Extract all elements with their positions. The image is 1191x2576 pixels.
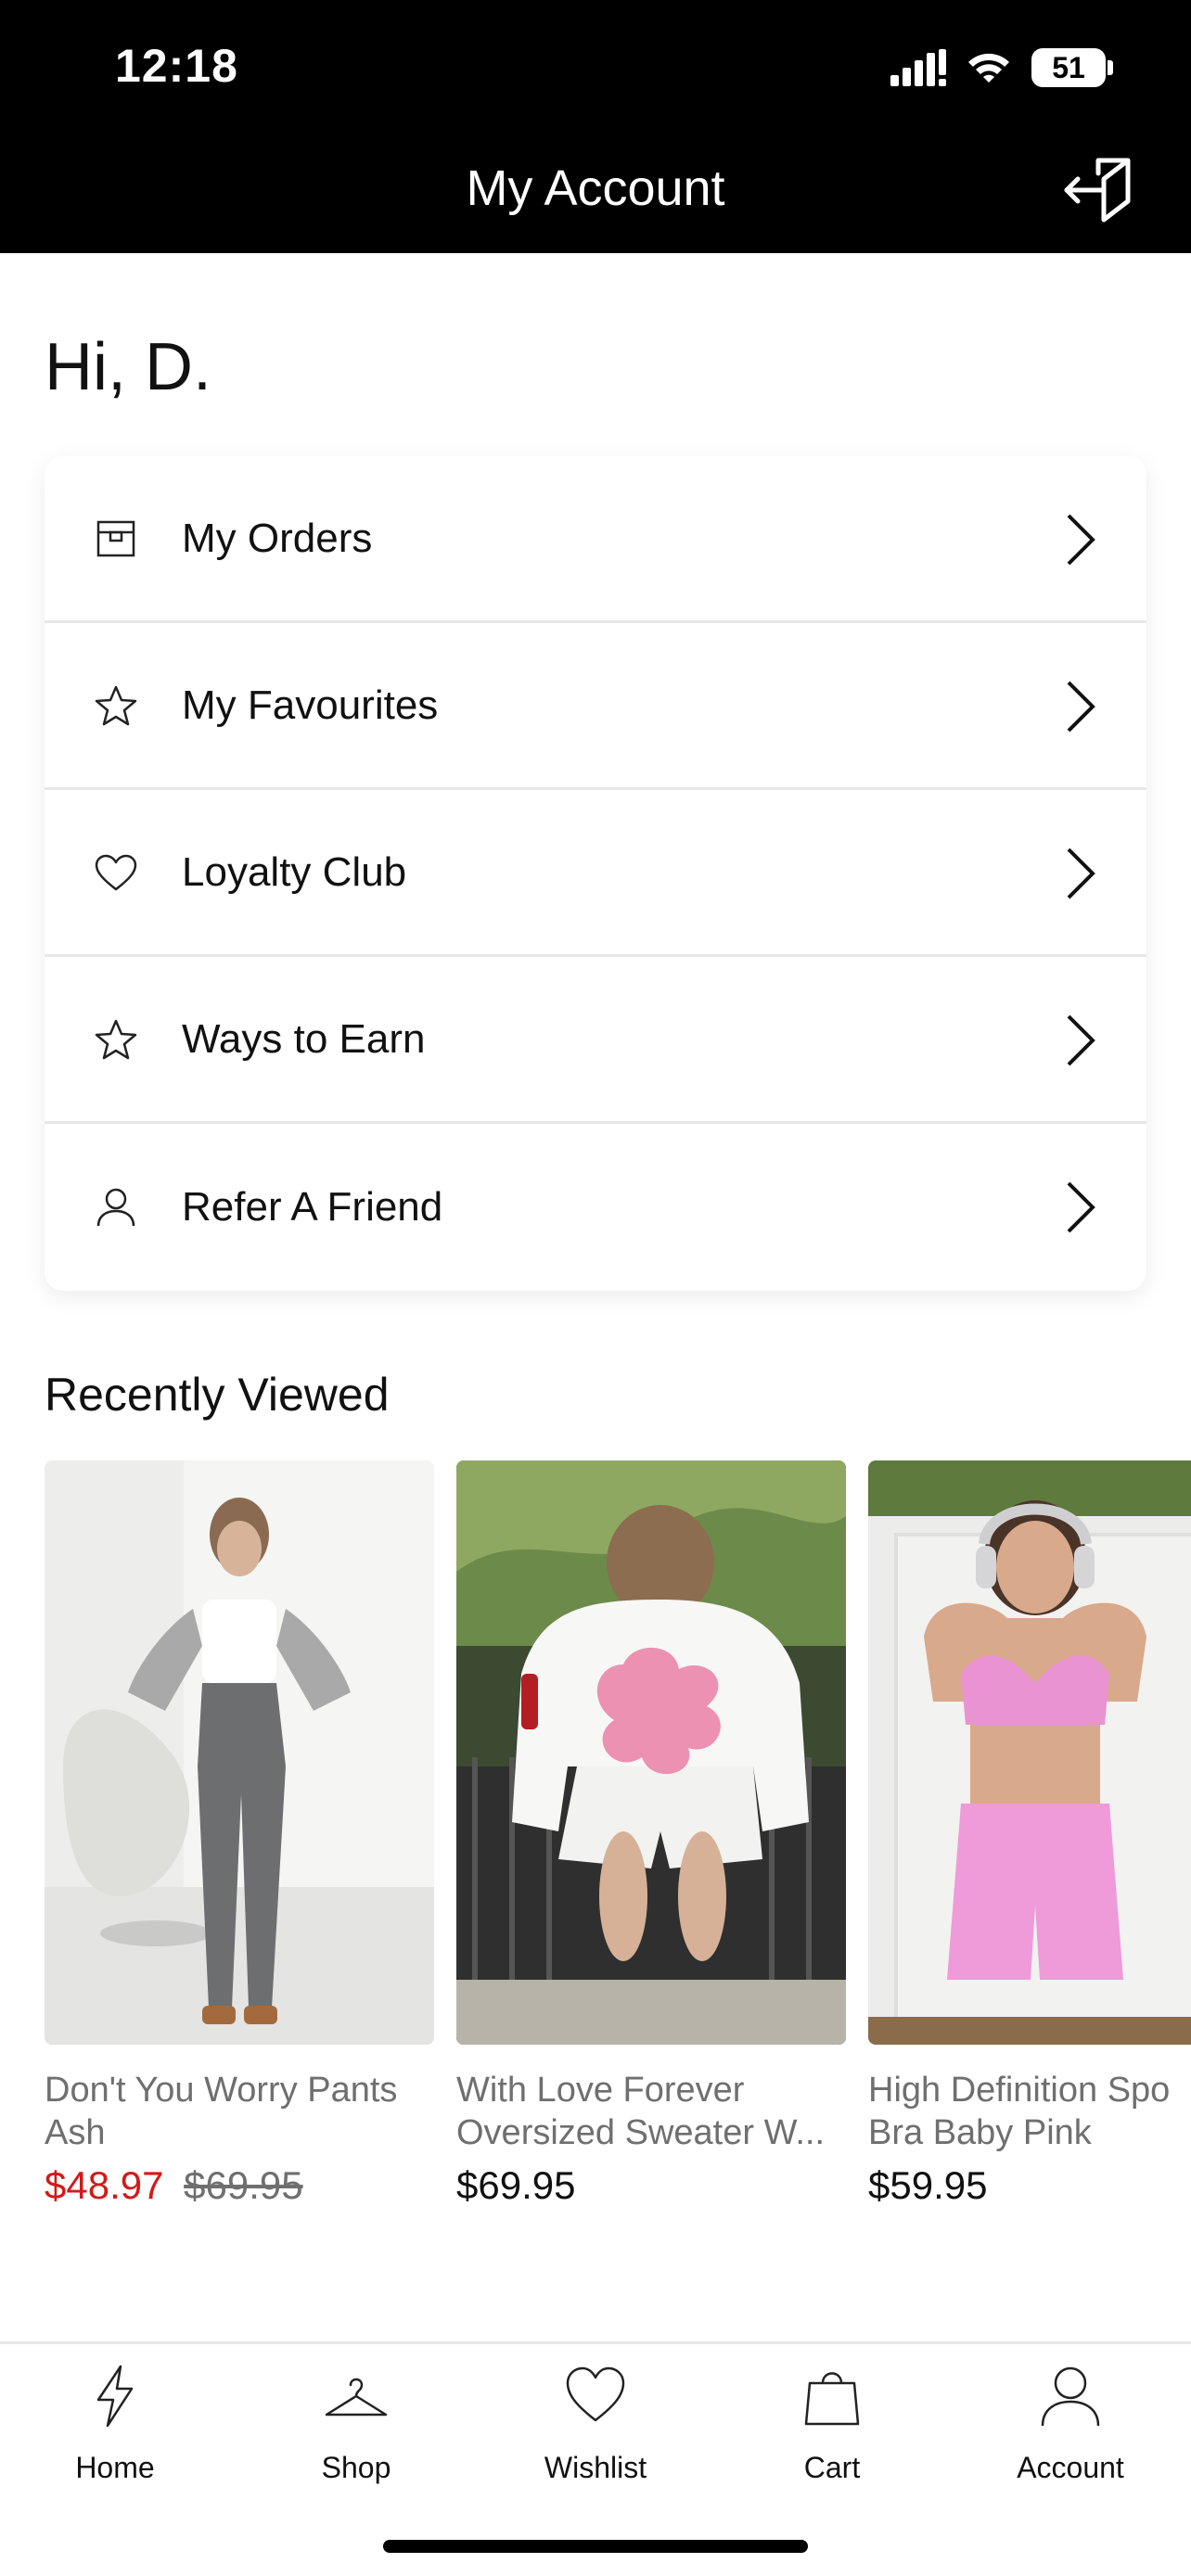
top-bar: 12:18 51 My Account: [0, 0, 1191, 253]
chevron-right-icon: [1067, 514, 1095, 566]
star-icon: [93, 1016, 139, 1063]
account-menu: My Orders My Favourites Loyalty Club Way…: [45, 456, 1146, 1291]
product-name[interactable]: With Love Forever Oversized Sweater W...: [456, 2069, 846, 2154]
logout-icon: [1064, 158, 1131, 223]
menu-label: My Orders: [182, 515, 373, 561]
chevron-right-icon: [1067, 848, 1095, 899]
home-indicator[interactable]: [383, 2540, 808, 2553]
heart-icon: [93, 849, 139, 896]
product-card[interactable]: High Definition Spo Bra Baby Pink $59.95: [868, 1460, 1191, 2208]
hanger-icon: [325, 2378, 388, 2417]
user-icon: [1041, 2366, 1100, 2427]
nav-cart[interactable]: Cart: [730, 2363, 934, 2485]
menu-label: Ways to Earn: [182, 1015, 426, 1062]
product-card[interactable]: With Love Forever Oversized Sweater W...…: [456, 1460, 846, 2208]
menu-item-my-orders[interactable]: My Orders: [45, 456, 1146, 623]
package-icon: [93, 516, 139, 562]
product-image[interactable]: [456, 1460, 846, 2045]
chevron-right-icon: [1067, 681, 1095, 733]
recently-viewed-carousel[interactable]: Don't You Worry Pants Ash $48.97 $69.95: [45, 1460, 1191, 2239]
menu-label: My Favourites: [182, 682, 439, 728]
menu-item-my-favourites[interactable]: My Favourites: [45, 623, 1146, 790]
wifi-icon: [968, 53, 1009, 83]
chevron-right-icon: [1067, 1181, 1095, 1233]
product-name[interactable]: Don't You Worry Pants Ash: [45, 2069, 434, 2154]
menu-label: Loyalty Club: [182, 848, 407, 895]
nav-shop[interactable]: Shop: [254, 2363, 458, 2485]
sale-price: $48.97: [45, 2163, 164, 2207]
lightning-icon: [96, 2365, 134, 2428]
price-row: $48.97 $69.95: [45, 2163, 434, 2208]
menu-label: Refer A Friend: [182, 1184, 443, 1230]
logout-button[interactable]: [1061, 153, 1135, 227]
bag-icon: [804, 2372, 860, 2426]
nav-wishlist[interactable]: Wishlist: [493, 2363, 698, 2485]
product-image[interactable]: [868, 1460, 1191, 2045]
battery-icon: 51: [1031, 48, 1106, 87]
price-row: $69.95: [456, 2163, 846, 2208]
product-card[interactable]: Don't You Worry Pants Ash $48.97 $69.95: [45, 1460, 434, 2208]
nav-label: Home: [75, 2451, 155, 2484]
chevron-right-icon: [1067, 1014, 1095, 1066]
price: $69.95: [456, 2163, 576, 2207]
heart-icon: [566, 2366, 625, 2422]
product-name[interactable]: High Definition Spo Bra Baby Pink: [868, 2069, 1191, 2154]
menu-item-refer-a-friend[interactable]: Refer A Friend: [45, 1124, 1146, 1291]
nav-label: Cart: [803, 2451, 861, 2484]
status-icons: 51: [890, 45, 1113, 91]
section-title: Recently Viewed: [45, 1369, 390, 1421]
price-row: $59.95: [868, 2163, 1191, 2208]
nav-home[interactable]: Home: [13, 2363, 217, 2485]
star-icon: [93, 682, 139, 729]
nav-label: Shop: [321, 2451, 391, 2484]
menu-item-ways-to-earn[interactable]: Ways to Earn: [45, 957, 1146, 1124]
nav-label: Wishlist: [544, 2451, 647, 2484]
menu-item-loyalty-club[interactable]: Loyalty Club: [45, 790, 1146, 957]
battery-level: 51: [1052, 50, 1085, 84]
user-icon: [93, 1184, 139, 1231]
original-price: $69.95: [184, 2163, 303, 2207]
battery-indicator: 51: [1031, 48, 1113, 87]
price: $59.95: [868, 2163, 988, 2207]
greeting: Hi, D.: [45, 330, 211, 404]
status-time: 12:18: [115, 40, 238, 92]
product-image[interactable]: [45, 1460, 434, 2045]
cellular-signal-icon: [890, 49, 946, 86]
nav-account[interactable]: Account: [968, 2363, 1172, 2485]
page-title: My Account: [466, 160, 725, 216]
nav-label: Account: [1017, 2451, 1124, 2484]
